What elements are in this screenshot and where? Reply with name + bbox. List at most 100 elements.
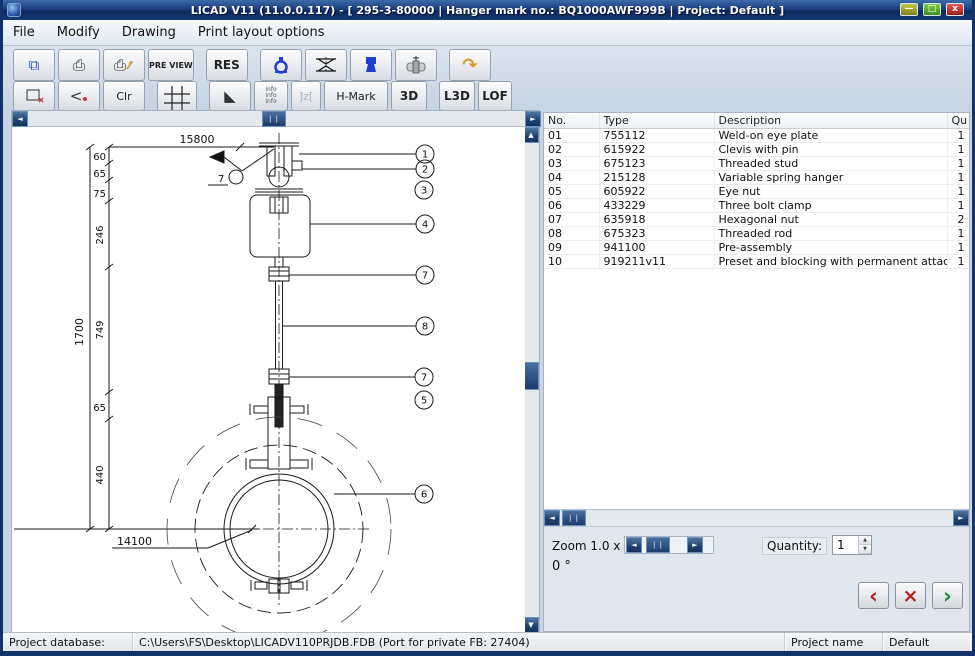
table-cell: 07 <box>544 213 599 227</box>
close-button[interactable]: x <box>946 3 964 16</box>
zoom-in-button[interactable]: ► <box>687 537 703 553</box>
maximize-button[interactable]: □ <box>923 3 941 16</box>
res-button[interactable]: RES <box>206 49 248 81</box>
table-row[interactable]: 09941100Pre-assembly1 <box>544 241 969 255</box>
app-window: LICAD V11 (11.0.0.117) - [ 295-3-80000 |… <box>0 0 975 656</box>
table-cell: 755112 <box>599 129 714 143</box>
column-header-type[interactable]: Type <box>599 113 714 129</box>
slope-button[interactable]: ◣ <box>209 81 251 111</box>
table-row[interactable]: 01755112Weld-on eye plate1 <box>544 129 969 143</box>
table-scroll-thumb[interactable]: | | <box>562 510 586 526</box>
table-scroll-left-button[interactable]: ◄ <box>544 510 560 526</box>
table-cell: 1 <box>947 241 969 255</box>
print-settings-icon: ⎙ <box>114 56 126 74</box>
slope-icon: ◣ <box>224 87 236 105</box>
dim-65a-label: 65 <box>93 169 106 180</box>
table-row[interactable]: 02615922Clevis with pin1 <box>544 143 969 157</box>
drawing-vertical-scrollbar[interactable]: ▲ ▼ <box>523 127 539 633</box>
menu-print-layout-options[interactable]: Print layout options <box>198 25 325 40</box>
column-header-description[interactable]: Description <box>714 113 947 129</box>
info-button[interactable]: info info info <box>254 81 288 111</box>
pipe-support-tool-button[interactable] <box>395 49 437 81</box>
rotate-button[interactable]: ↷ <box>449 49 491 81</box>
dim-440-label: 440 <box>95 465 106 484</box>
l3d-button[interactable]: L3D <box>439 81 475 111</box>
table-scroll-right-button[interactable]: ► <box>953 510 969 526</box>
column-header-no[interactable]: No. <box>544 113 599 129</box>
table-row[interactable]: 07635918Hexagonal nut2 <box>544 213 969 227</box>
export-drawing-icon <box>24 87 44 105</box>
table-cell: Pre-assembly <box>714 241 947 255</box>
table-row[interactable]: 04215128Variable spring hanger1 <box>544 171 969 185</box>
lof-button[interactable]: LOF <box>478 81 512 111</box>
quantity-down-button[interactable]: ▼ <box>859 545 871 554</box>
zoom-level-label: Zoom 1.0 x <box>552 539 620 553</box>
quantity-spinner[interactable]: ▲ ▼ <box>832 535 872 555</box>
table-cell: Weld-on eye plate <box>714 129 947 143</box>
menu-bar: File Modify Drawing Print layout options <box>3 20 972 46</box>
print-button[interactable]: ⎙ <box>58 49 100 81</box>
menu-modify[interactable]: Modify <box>57 25 100 40</box>
balloon-7b: 7 <box>421 373 427 384</box>
quantity-input[interactable] <box>833 536 858 554</box>
zoom-slider-thumb[interactable]: | | <box>646 537 670 553</box>
horizontal-scroll-thumb[interactable]: | | <box>262 111 286 127</box>
table-cell: 02 <box>544 143 599 157</box>
drawing-horizontal-scrollbar[interactable]: ◄ | | ► <box>12 111 541 127</box>
table-cell: 2 <box>947 213 969 227</box>
balloon-8: 8 <box>422 322 428 333</box>
print-settings-button[interactable]: ⎙ <box>103 49 145 81</box>
next-hanger-button[interactable]: › <box>932 582 963 609</box>
table-cell: 635918 <box>599 213 714 227</box>
clear-button[interactable]: Clr <box>103 81 145 111</box>
table-cell: 1 <box>947 143 969 157</box>
info-icon: info info info <box>265 87 276 105</box>
rotate-icon: ↷ <box>462 55 477 76</box>
dim-65b-label: 65 <box>93 403 106 414</box>
table-horizontal-scrollbar[interactable]: ◄ | | ► <box>544 509 969 526</box>
hanger-assembly-icon <box>361 55 381 75</box>
quantity-up-button[interactable]: ▲ <box>859 536 871 545</box>
clamp-tool-button[interactable] <box>305 49 347 81</box>
controls-area: Zoom 1.0 x 0 ° ◄ | | ► Quantity: ▲ ▼ ‹ ×… <box>544 526 969 631</box>
dim-elevation-label: 14100 <box>117 535 152 548</box>
table-row[interactable]: 05605922Eye nut1 <box>544 185 969 199</box>
window-title: LICAD V11 (11.0.0.117) - [ 295-3-80000 |… <box>3 4 972 17</box>
menu-file[interactable]: File <box>13 25 35 40</box>
previous-hanger-button[interactable]: ‹ <box>858 582 889 609</box>
scroll-up-button[interactable]: ▲ <box>523 127 539 143</box>
table-cell: 1 <box>947 129 969 143</box>
drawing-canvas[interactable]: 15800 60 65 75 246 1700 749 65 440 14100… <box>12 127 525 633</box>
view-3d-button[interactable]: 3D <box>391 81 427 111</box>
dim-1700-label: 1700 <box>73 318 86 346</box>
table-cell: 1 <box>947 255 969 269</box>
scroll-down-button[interactable]: ▼ <box>523 617 539 633</box>
previous-icon: ‹ <box>869 586 878 606</box>
column-header-quantity[interactable]: Qu <box>947 113 969 129</box>
table-row[interactable]: 10919211v11Preset and blocking with perm… <box>544 255 969 269</box>
hanger-mark-button[interactable]: H-Mark <box>324 81 388 111</box>
title-bar: LICAD V11 (11.0.0.117) - [ 295-3-80000 |… <box>3 0 972 20</box>
table-cell: 1 <box>947 199 969 213</box>
zoom-slider[interactable]: ◄ | | ► <box>624 536 714 554</box>
spring-hanger-tool-button[interactable] <box>260 49 302 81</box>
cancel-button[interactable]: × <box>895 582 926 609</box>
angle-button[interactable]: < <box>58 81 100 111</box>
copy-drawing-button[interactable]: ⧉ <box>13 49 55 81</box>
export-drawing-button[interactable] <box>13 81 55 111</box>
zoom-out-button[interactable]: ◄ <box>626 537 642 553</box>
table-row[interactable]: 06433229Three bolt clamp1 <box>544 199 969 213</box>
hanger-assembly-tool-button[interactable] <box>350 49 392 81</box>
scroll-right-button[interactable]: ► <box>525 111 541 127</box>
minimize-button[interactable]: — <box>900 3 918 16</box>
table-cell: 08 <box>544 227 599 241</box>
table-row[interactable]: 08675323Threaded rod1 <box>544 227 969 241</box>
balloon-5: 5 <box>421 396 427 407</box>
menu-drawing[interactable]: Drawing <box>122 25 176 40</box>
table-cell: Hexagonal nut <box>714 213 947 227</box>
vertical-scroll-thumb[interactable] <box>523 362 539 390</box>
preview-button[interactable]: PRE VIEW <box>148 49 194 81</box>
table-row[interactable]: 03675123Threaded stud1 <box>544 157 969 171</box>
scroll-left-button[interactable]: ◄ <box>12 111 28 127</box>
dim-60-label: 60 <box>93 152 106 163</box>
